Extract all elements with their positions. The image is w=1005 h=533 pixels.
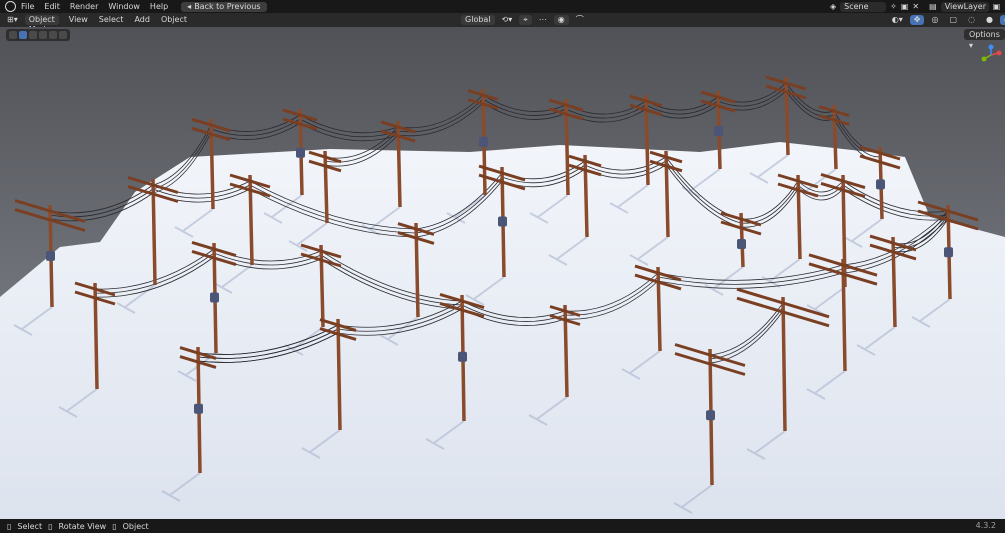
transformer bbox=[714, 126, 723, 137]
pole-shaft bbox=[319, 244, 325, 328]
editor-type-icon[interactable]: ⊞▾ bbox=[3, 15, 22, 25]
menu-help[interactable]: Help bbox=[145, 0, 173, 13]
mode-extend-icon[interactable] bbox=[29, 31, 37, 39]
pole-shaft bbox=[209, 118, 215, 210]
close-scene-icon[interactable]: ✕ bbox=[912, 2, 919, 11]
pole-shaft bbox=[664, 150, 670, 238]
object-visibility-icon[interactable]: ◐▾ bbox=[888, 15, 907, 25]
pole-shaft bbox=[644, 94, 650, 186]
shading-solid-icon[interactable]: ● bbox=[982, 15, 997, 25]
menu-window[interactable]: Window bbox=[103, 0, 145, 13]
transform-orientation-dropdown[interactable]: Global ▾ bbox=[461, 15, 495, 34]
mode-intersect-icon[interactable] bbox=[59, 31, 67, 39]
gizmo-toggle-icon[interactable]: ✥ bbox=[909, 15, 925, 25]
status-bar: ▯ Select ▯ Rotate View ▯ Object 4.3.2 bbox=[0, 519, 1005, 533]
scene-icon[interactable]: ◈ bbox=[830, 2, 836, 11]
transformer bbox=[479, 136, 488, 147]
falloff-icon[interactable]: ⌒ bbox=[572, 15, 588, 25]
select-tool-icon[interactable] bbox=[9, 31, 17, 39]
top-bar: File Edit Render Window Help ◂ Back to P… bbox=[0, 0, 1005, 13]
proportional-edit-icon[interactable]: ◉ bbox=[553, 15, 569, 25]
selection-mode-toolbar bbox=[6, 29, 70, 41]
back-to-previous-button[interactable]: ◂ Back to Previous bbox=[181, 1, 267, 12]
transformer bbox=[296, 147, 305, 158]
shading-material-icon[interactable]: ◑ bbox=[999, 15, 1005, 25]
main-menu: File Edit Render Window Help bbox=[16, 0, 173, 13]
object-menu[interactable]: Object bbox=[157, 15, 191, 25]
pole-shaft bbox=[248, 174, 254, 266]
menu-render[interactable]: Render bbox=[65, 0, 103, 13]
transformer bbox=[944, 247, 953, 258]
version-label: 4.3.2 bbox=[975, 521, 996, 530]
transformer bbox=[46, 250, 55, 261]
mouse-middle-icon: ▯ bbox=[48, 521, 53, 531]
pole-shaft bbox=[784, 76, 790, 156]
view-menu[interactable]: View bbox=[65, 15, 92, 25]
pole-shaft bbox=[891, 236, 897, 328]
pin-icon[interactable]: ✧ bbox=[890, 2, 897, 11]
pole-shaft bbox=[832, 104, 838, 170]
object-mode-dropdown[interactable]: Object Mode ▾ bbox=[24, 15, 59, 44]
xray-toggle-icon[interactable]: ▢ bbox=[945, 15, 961, 25]
transformer bbox=[706, 410, 715, 421]
select-menu[interactable]: Select bbox=[95, 15, 128, 25]
pole-shaft bbox=[583, 154, 589, 238]
options-label: Options bbox=[969, 30, 1000, 39]
status-object: Object bbox=[122, 521, 149, 531]
back-to-previous-label: Back to Previous bbox=[194, 1, 261, 11]
snap-toggle-icon[interactable]: ⌖ bbox=[519, 15, 532, 25]
overlay-toggle-icon[interactable]: ◎ bbox=[927, 15, 942, 25]
view-layer-icon[interactable]: ▤ bbox=[929, 2, 937, 11]
mode-new-icon[interactable] bbox=[19, 31, 27, 39]
mode-invert-icon[interactable] bbox=[49, 31, 57, 39]
menu-file[interactable]: File bbox=[16, 0, 39, 13]
menu-edit[interactable]: Edit bbox=[39, 0, 65, 13]
pole-shaft bbox=[323, 150, 329, 224]
snap-target-icon[interactable]: ⋯▾ bbox=[535, 15, 551, 34]
transformer bbox=[876, 179, 885, 190]
pole-shaft bbox=[396, 120, 402, 208]
transformer bbox=[210, 292, 219, 303]
blender-logo-icon[interactable] bbox=[5, 1, 16, 12]
back-arrow-icon: ◂ bbox=[187, 1, 192, 11]
status-rotate-view: Rotate View bbox=[58, 521, 107, 531]
status-select: Select bbox=[17, 521, 43, 531]
scene-selector: ◈ Scene ✧ ▣ ✕ ▤ ViewLayer ▣ ✕ bbox=[830, 1, 1005, 12]
transformer bbox=[458, 351, 467, 362]
scene-name-field[interactable]: Scene bbox=[840, 1, 887, 12]
mouse-right-icon: ▯ bbox=[112, 521, 117, 531]
transformer bbox=[194, 403, 203, 414]
pole-shaft bbox=[796, 174, 802, 260]
viewport-header: ⊞▾ Object Mode ▾ View Select Add Object … bbox=[0, 13, 1005, 44]
3d-viewport[interactable] bbox=[0, 27, 1005, 519]
scene-render[interactable] bbox=[0, 27, 1005, 519]
mouse-left-icon: ▯ bbox=[7, 521, 12, 531]
pivot-point-icon[interactable]: ⟲▾ bbox=[498, 15, 517, 25]
navigation-gizmo-icon[interactable] bbox=[980, 44, 1002, 66]
add-menu[interactable]: Add bbox=[130, 15, 154, 25]
copy-scene-icon[interactable]: ▣ bbox=[901, 2, 909, 11]
options-button[interactable]: Options ▾ bbox=[964, 29, 1005, 50]
copy-view-layer-icon[interactable]: ▣ bbox=[993, 2, 1001, 11]
shading-wireframe-icon[interactable]: ◌ bbox=[964, 15, 979, 25]
pole-shaft bbox=[781, 296, 787, 432]
transformer bbox=[498, 216, 507, 227]
mode-subtract-icon[interactable] bbox=[39, 31, 47, 39]
pole-shaft bbox=[656, 266, 662, 352]
view-layer-field[interactable]: ViewLayer bbox=[940, 1, 989, 12]
transform-orientation-label: Global bbox=[465, 15, 491, 24]
transformer bbox=[737, 239, 746, 249]
